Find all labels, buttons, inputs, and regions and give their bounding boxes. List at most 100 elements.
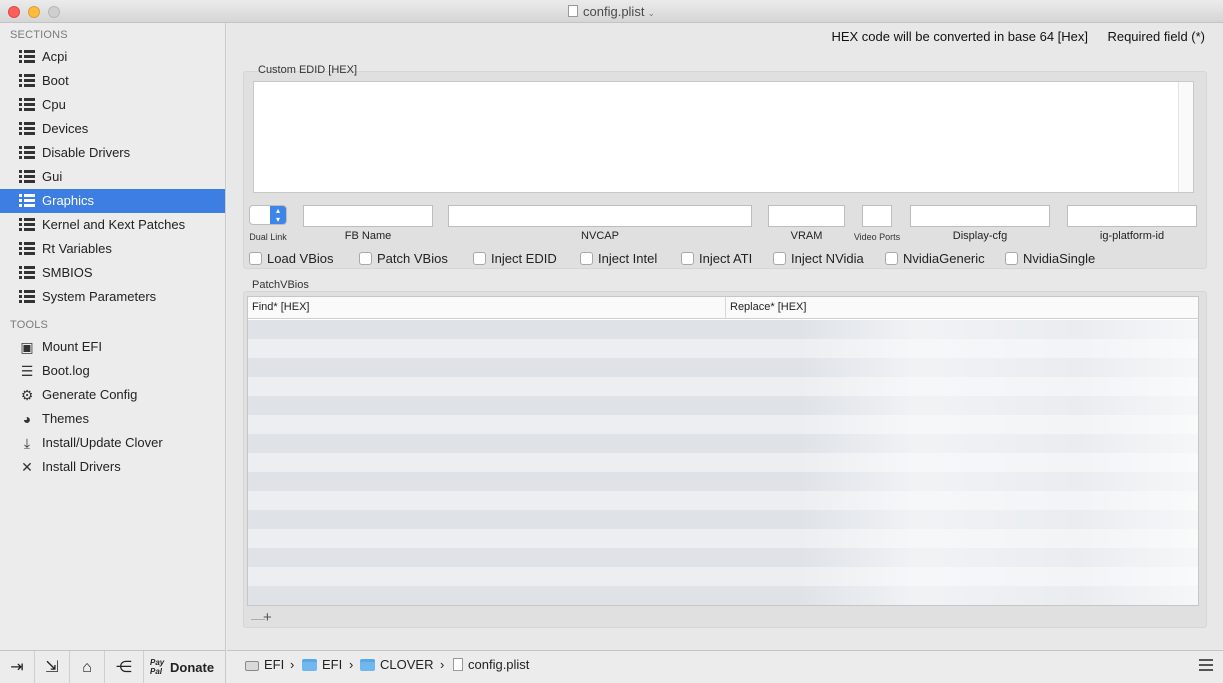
nvcap-label: NVCAP (581, 230, 619, 242)
graphics-panel: HEX code will be converted in base 64 [H… (227, 23, 1223, 650)
sidebar-item-system-parameters[interactable]: System Parameters (0, 285, 225, 309)
palette-icon: ◕ (22, 411, 32, 427)
table-row[interactable] (248, 396, 1198, 415)
inject-ati-label: Inject ATI (699, 251, 753, 266)
sidebar-item-rt-variables[interactable]: Rt Variables (0, 237, 225, 261)
crumb-label: EFI (322, 657, 343, 672)
patch-vbios-label: Patch VBios (377, 251, 448, 266)
nvcap-input[interactable] (448, 205, 752, 227)
sidebar-item-graphics[interactable]: Graphics (0, 189, 225, 213)
sidebar-item-disable-drivers[interactable]: Disable Drivers (0, 141, 225, 165)
dual-link-label: Dual Link (249, 232, 287, 242)
window-title-wrap[interactable]: config.plist ⌄ (0, 4, 1223, 19)
column-divider[interactable] (725, 297, 726, 319)
crumb-label: CLOVER (380, 657, 434, 672)
drive-icon (245, 661, 259, 671)
sidebar-item-devices[interactable]: Devices (0, 117, 225, 141)
tool-install-update-clover[interactable]: ⤓ Install/Update Clover (0, 431, 225, 455)
sidebar: SECTIONS Acpi Boot Cpu Devices Disable D… (0, 23, 226, 650)
menu-icon[interactable] (1199, 659, 1213, 671)
sidebar-item-cpu[interactable]: Cpu (0, 93, 225, 117)
export-button[interactable]: ⇲ (35, 651, 70, 683)
home-button[interactable]: ⌂ (70, 651, 105, 683)
ig-platform-id-input[interactable] (1067, 205, 1197, 227)
tool-label: Boot.log (42, 363, 90, 378)
path-crumb-config-plist[interactable]: config.plist (453, 657, 529, 672)
table-row[interactable] (248, 377, 1198, 396)
tool-generate-config[interactable]: ⚙ Generate Config (0, 383, 225, 407)
list-icon (19, 266, 35, 280)
patch-vbios-title: PatchVBios (252, 279, 309, 291)
list-icon (19, 50, 35, 64)
sidebar-bottom-bar: ⇥ ⇲ ⌂ ⋲ Pay Pal Donate (0, 650, 226, 683)
checkbox-box (885, 252, 898, 265)
path-crumb-clover[interactable]: CLOVER (360, 657, 433, 672)
list-icon (19, 218, 35, 232)
folder-icon (360, 659, 375, 671)
tool-label: Install/Update Clover (42, 435, 163, 450)
vram-input[interactable] (768, 205, 845, 227)
dual-link-select[interactable]: ▴ ▾ (249, 205, 287, 225)
sidebar-item-acpi[interactable]: Acpi (0, 45, 225, 69)
nvidia-single-label: NvidiaSingle (1023, 251, 1096, 266)
table-row[interactable] (248, 529, 1198, 548)
crumb-label: config.plist (468, 657, 530, 672)
table-row[interactable] (248, 434, 1198, 453)
list-icon (19, 170, 35, 184)
gears-icon: ⚙ (20, 387, 34, 403)
find-column-header[interactable]: Find* [HEX] (252, 301, 309, 313)
path-crumb-efi-volume[interactable]: EFI (245, 657, 284, 672)
add-row-button[interactable]: + (263, 609, 272, 626)
table-row[interactable] (248, 548, 1198, 567)
sidebar-item-label: System Parameters (42, 289, 157, 304)
table-row[interactable] (248, 491, 1198, 510)
import-icon: ⇥ (10, 659, 24, 676)
table-row[interactable] (248, 453, 1198, 472)
fb-name-input[interactable] (303, 205, 433, 227)
inject-nvidia-label: Inject NVidia (791, 251, 864, 266)
display-cfg-input[interactable] (910, 205, 1050, 227)
import-button[interactable]: ⇥ (0, 651, 35, 683)
crumb-label: EFI (264, 657, 285, 672)
vram-label: VRAM (790, 230, 823, 242)
share-icon: ⋲ (116, 659, 132, 676)
replace-column-header[interactable]: Replace* [HEX] (730, 301, 806, 313)
table-row[interactable] (248, 586, 1198, 605)
tool-install-drivers[interactable]: ✕ Install Drivers (0, 455, 225, 479)
tool-mount-efi[interactable]: ▣ Mount EFI (0, 335, 225, 359)
sidebar-item-kernel-and-kext-patches[interactable]: Kernel and Kext Patches (0, 213, 225, 237)
patch-vbios-table[interactable]: Find* [HEX] Replace* [HEX] (247, 296, 1199, 606)
paypal-icon: Pay Pal (150, 658, 165, 676)
table-row[interactable] (248, 510, 1198, 529)
video-ports-input[interactable] (862, 205, 892, 227)
table-row[interactable] (248, 358, 1198, 377)
table-row[interactable] (248, 415, 1198, 434)
sidebar-item-label: Graphics (42, 193, 95, 208)
table-row[interactable] (248, 567, 1198, 586)
list-icon (19, 242, 35, 256)
table-header: Find* [HEX] Replace* [HEX] (248, 297, 1198, 319)
sidebar-item-gui[interactable]: Gui (0, 165, 225, 189)
tool-label: Mount EFI (42, 339, 102, 354)
ig-platform-id-label: ig-platform-id (1099, 230, 1165, 242)
sidebar-item-boot[interactable]: Boot (0, 69, 225, 93)
checkbox-box (681, 252, 694, 265)
table-row[interactable] (248, 339, 1198, 358)
folder-icon (302, 659, 317, 671)
checkbox-box (249, 252, 262, 265)
sidebar-item-label: Boot (42, 73, 69, 88)
home-icon: ⌂ (82, 659, 92, 676)
checkbox-box (1005, 252, 1018, 265)
tool-themes[interactable]: ◕ Themes (0, 407, 225, 431)
log-icon: ☰ (20, 363, 34, 379)
sidebar-item-label: Rt Variables (42, 241, 112, 256)
sidebar-item-smbios[interactable]: SMBIOS (0, 261, 225, 285)
share-button[interactable]: ⋲ (105, 651, 144, 683)
path-crumb-efi-folder[interactable]: EFI (302, 657, 342, 672)
tool-boot-log[interactable]: ☰ Boot.log (0, 359, 225, 383)
donate-button[interactable]: Pay Pal Donate (144, 651, 226, 683)
table-row[interactable] (248, 320, 1198, 339)
edid-scrollbar[interactable] (1178, 82, 1193, 192)
custom-edid-textarea[interactable] (253, 81, 1194, 193)
table-row[interactable] (248, 472, 1198, 491)
